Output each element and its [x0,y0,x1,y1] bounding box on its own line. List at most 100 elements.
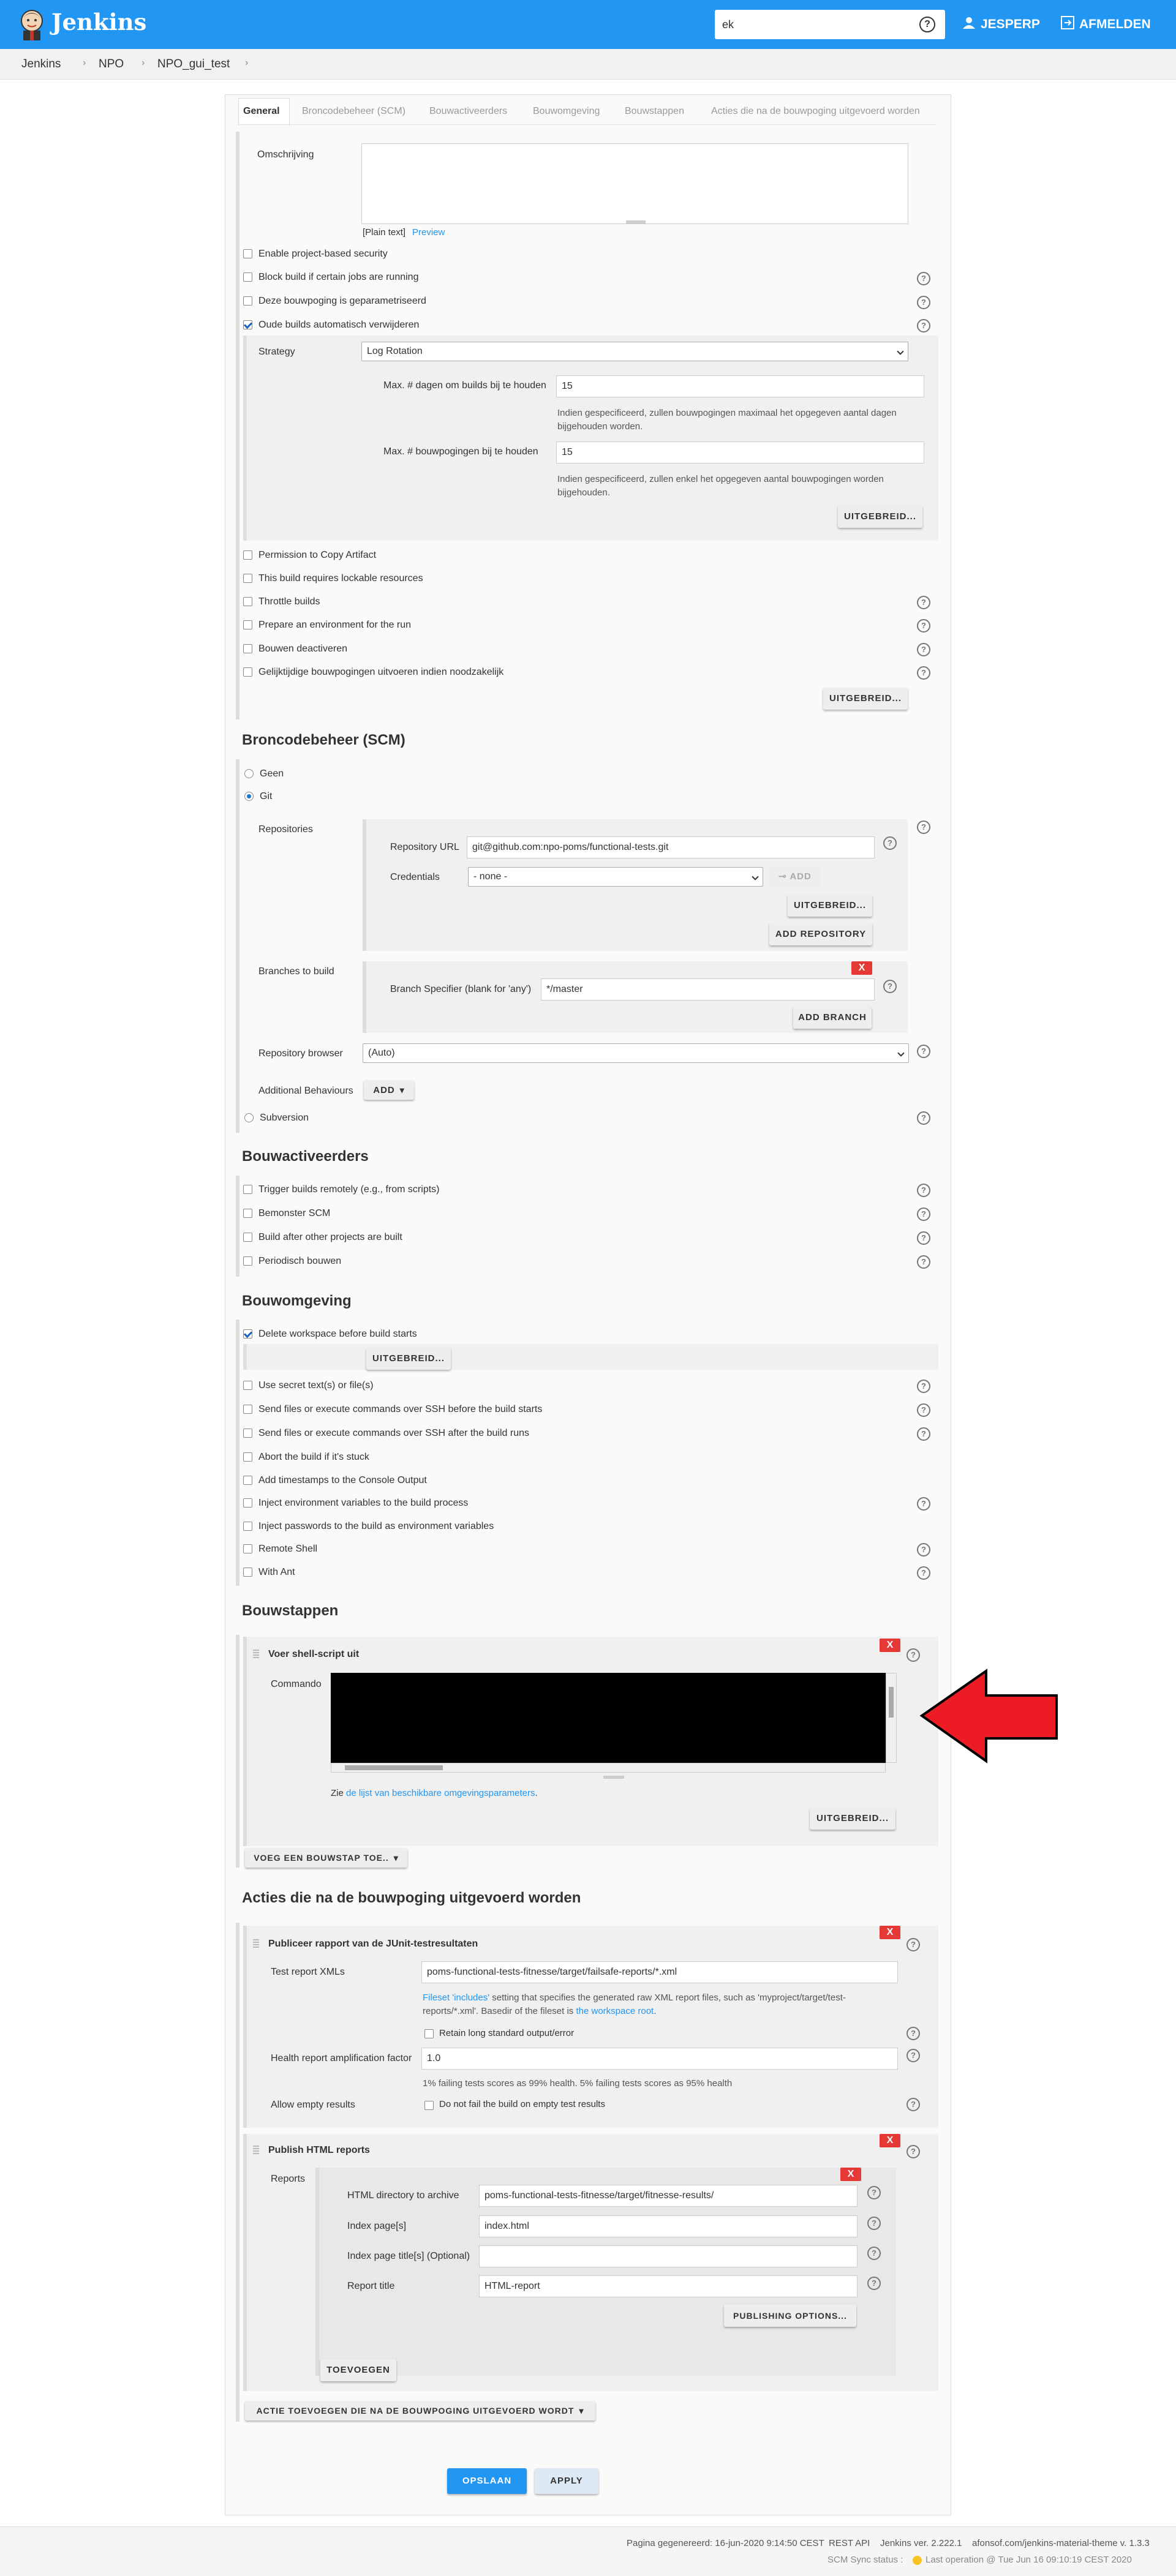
checkbox[interactable] [243,1185,252,1194]
help-icon[interactable]: ? [917,1427,930,1441]
builds-field[interactable]: 15 [556,441,924,464]
help-icon[interactable]: ? [883,836,897,850]
browser-select[interactable]: (Auto) [363,1043,909,1063]
add-build-step-button[interactable]: VOEG EEN BOUWSTAP TOE.. [245,1848,407,1868]
report-title-field[interactable]: HTML-report [479,2275,858,2297]
credentials-select[interactable]: - none - [468,867,763,887]
checkbox[interactable] [243,1452,252,1462]
radio[interactable] [244,769,254,778]
checkbox[interactable] [243,1233,252,1242]
checkbox[interactable] [243,1256,252,1266]
tab-general[interactable]: General [243,106,280,117]
env-params-link[interactable]: de lijst van beschikbare omgevingsparame… [346,1788,535,1798]
checkbox[interactable] [424,2029,434,2038]
advanced-button[interactable]: UITGEBREID... [838,506,922,528]
index-title-field[interactable] [479,2245,858,2267]
build-advanced-button[interactable]: UITGEBREID... [810,1808,895,1830]
radio[interactable] [244,1113,254,1122]
breadcrumb-jenkins[interactable]: Jenkins [21,58,61,71]
checkbox[interactable] [243,667,252,677]
remove-step-button[interactable]: X [880,1639,900,1652]
help-icon[interactable]: ? [907,2027,920,2040]
days-field[interactable]: 15 [556,375,924,397]
drag-handle-icon[interactable] [253,2146,259,2154]
help-icon[interactable]: ? [907,2098,920,2111]
health-field[interactable]: 1.0 [421,2048,898,2070]
help-icon[interactable]: ? [907,2049,920,2062]
remove-report-button[interactable]: X [840,2168,861,2181]
help-icon[interactable]: ? [867,2277,881,2290]
help-icon[interactable]: ? [917,319,930,332]
tab-environment[interactable]: Bouwomgeving [533,106,600,117]
help-icon[interactable]: ? [867,2247,881,2260]
checkbox[interactable] [243,1568,252,1577]
checkbox[interactable] [243,620,252,629]
add-post-build-action-button[interactable]: ACTIE TOEVOEGEN DIE NA DE BOUWPOGING UIT… [245,2401,595,2420]
checkbox-checked[interactable] [243,320,252,329]
search-box[interactable] [715,10,945,39]
toevoegen-button[interactable]: TOEVOEGEN [320,2359,396,2381]
help-icon[interactable]: ? [907,1938,920,1951]
env-advanced-button[interactable]: UITGEBREID... [366,1348,451,1370]
version-link[interactable]: Jenkins ver. 2.222.1 [880,2538,962,2548]
checkbox[interactable] [243,597,252,606]
checkbox[interactable] [243,1381,252,1390]
help-icon[interactable]: ? [917,666,930,680]
scrollbar-thumb[interactable] [345,1765,443,1770]
index-field[interactable]: index.html [479,2215,858,2237]
help-icon[interactable]: ? [919,17,935,32]
apply-button[interactable]: APPLY [535,2468,598,2494]
checkbox-checked[interactable] [243,1329,252,1339]
help-icon[interactable]: ? [917,1543,930,1556]
help-icon[interactable]: ? [867,2186,881,2199]
checkbox[interactable] [243,1498,252,1508]
help-icon[interactable]: ? [917,1207,930,1221]
help-icon[interactable]: ? [917,1380,930,1393]
scrollbar-thumb[interactable] [889,1687,894,1718]
help-icon[interactable]: ? [917,1403,930,1417]
tab-post-build[interactable]: Acties die na de bouwpoging uitgevoerd w… [711,106,920,117]
help-icon[interactable]: ? [917,1045,930,1058]
checkbox[interactable] [243,1522,252,1531]
branch-specifier-field[interactable]: */master [541,978,875,1001]
xml-field[interactable]: poms-functional-tests-fitnesse/target/fa… [421,1961,898,1983]
help-icon[interactable]: ? [907,2145,920,2158]
tab-triggers[interactable]: Bouwactiveerders [429,106,507,117]
breadcrumb-job[interactable]: NPO_gui_test [157,58,230,71]
search-input[interactable] [722,15,906,34]
advanced-button-2[interactable]: UITGEBREID... [823,688,908,710]
checkbox[interactable] [243,574,252,583]
resize-handle[interactable] [626,220,646,224]
breadcrumb-npo[interactable]: NPO [99,58,124,71]
drag-handle-icon[interactable] [253,1939,259,1948]
repo-url-field[interactable]: git@github.com:npo-poms/functional-tests… [467,836,875,858]
remove-html-button[interactable]: X [880,2134,900,2147]
tab-build[interactable]: Bouwstappen [625,106,684,117]
html-dir-field[interactable]: poms-functional-tests-fitnesse/target/fi… [479,2185,858,2207]
help-icon[interactable]: ? [917,1231,930,1245]
checkbox[interactable] [243,550,252,560]
checkbox[interactable] [243,1209,252,1218]
help-icon[interactable]: ? [867,2217,881,2230]
jenkins-logo-icon[interactable] [18,9,45,40]
help-icon[interactable]: ? [917,272,930,285]
description-textarea[interactable] [361,143,908,224]
resize-handle[interactable] [603,1776,624,1779]
checkbox[interactable] [243,272,252,282]
tab-scm[interactable]: Broncodebeheer (SCM) [302,106,405,117]
save-button[interactable]: OPSLAAN [447,2468,527,2494]
vertical-scrollbar[interactable] [886,1673,897,1763]
user-link[interactable]: JESPERP [963,17,1040,32]
checkbox[interactable] [243,296,252,306]
help-icon[interactable]: ? [917,643,930,656]
checkbox[interactable] [424,2101,434,2110]
radio-selected[interactable] [244,792,254,801]
preview-link[interactable]: Preview [412,227,445,238]
help-icon[interactable]: ? [917,1184,930,1197]
publishing-options-button[interactable]: PUBLISHING OPTIONS... [724,2305,856,2327]
checkbox[interactable] [243,1544,252,1553]
help-icon[interactable]: ? [917,1497,930,1511]
strategy-select[interactable]: Log Rotation [361,342,908,361]
horizontal-scrollbar[interactable] [331,1763,886,1773]
help-icon[interactable]: ? [917,1111,930,1125]
